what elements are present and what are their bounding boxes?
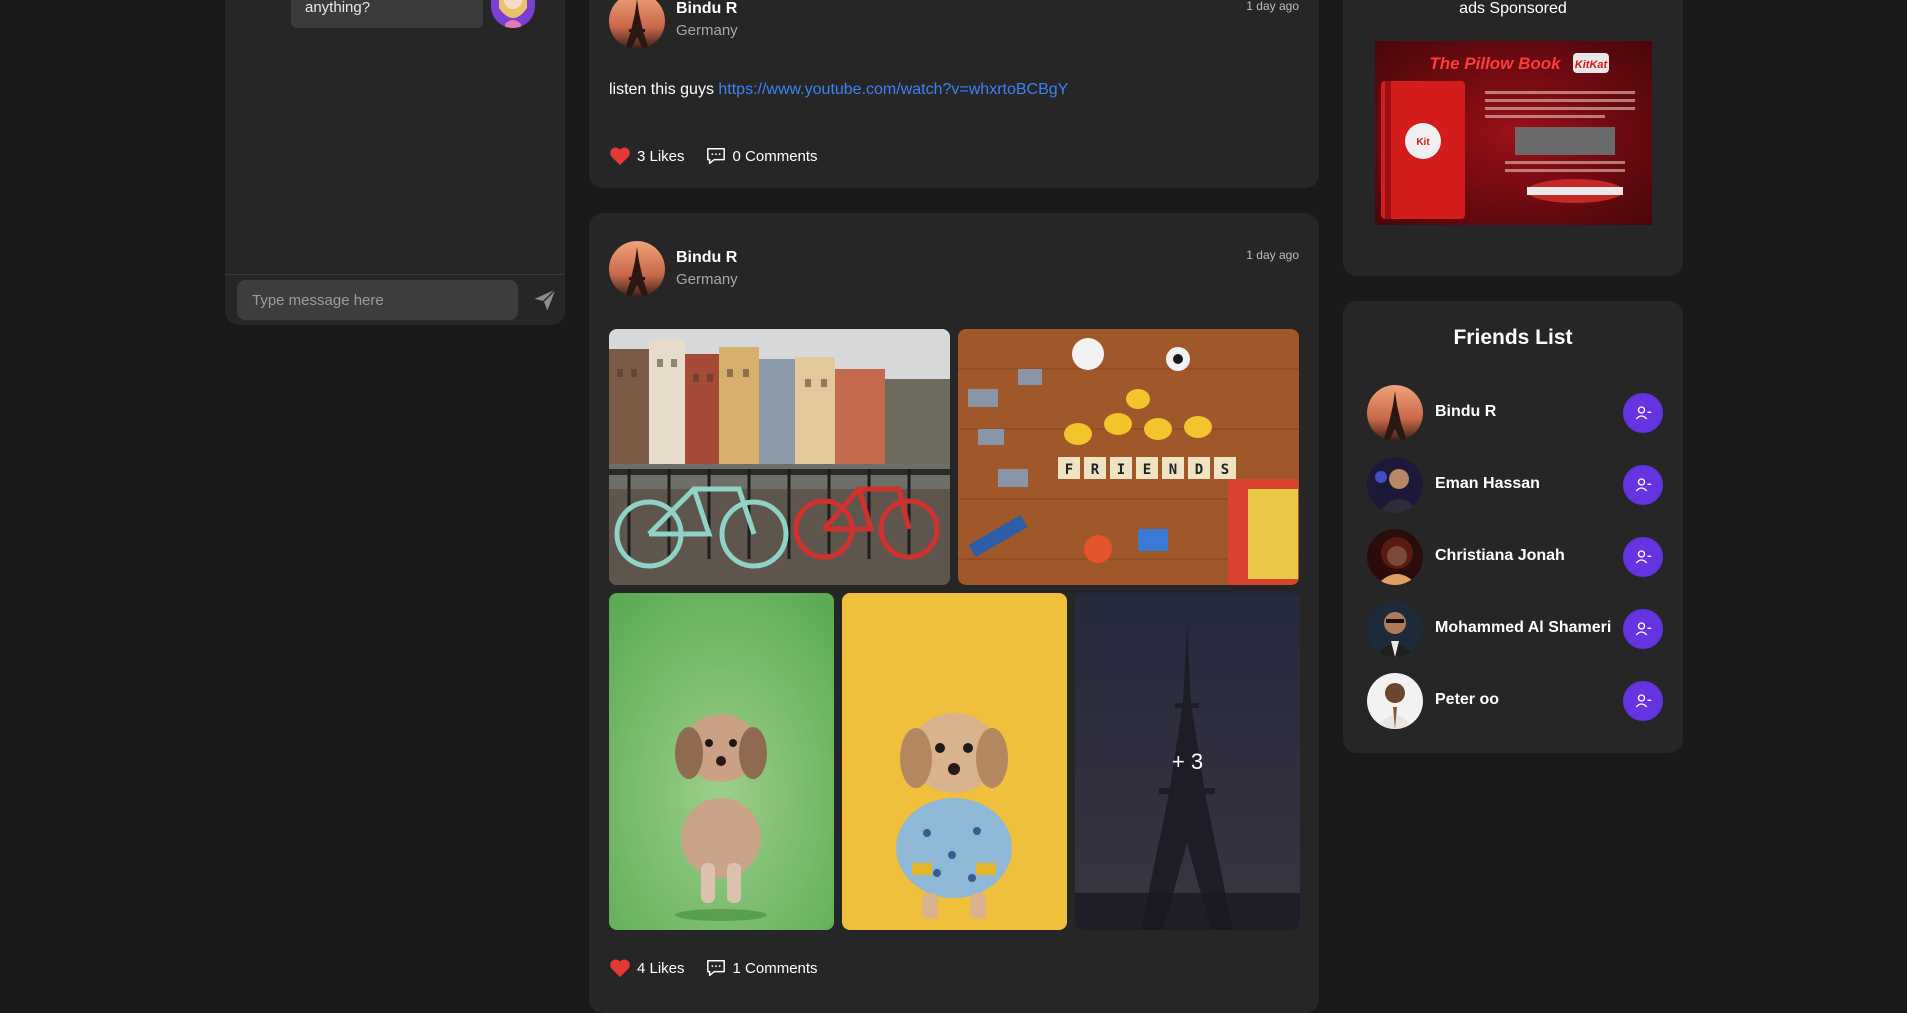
- likes-count: 4 Likes: [637, 959, 685, 977]
- friends-list-title: Friends List: [1453, 326, 1573, 349]
- ads-title: ads Sponsored: [1459, 0, 1567, 17]
- add-user-icon: [1635, 406, 1652, 420]
- add-friend-button[interactable]: [1623, 393, 1663, 433]
- post-card: Bindu R Germany 1 day ago listen this gu…: [589, 0, 1319, 188]
- post-author-location: Germany: [676, 22, 738, 39]
- chat-panel: anything?: [225, 0, 565, 325]
- post-link[interactable]: https://www.youtube.com/watch?v=whxrtoBC…: [718, 81, 1068, 98]
- svg-text:Kit: Kit: [1416, 137, 1430, 148]
- friend-item[interactable]: Peter oo: [1367, 673, 1663, 731]
- ad-banner[interactable]: The Pillow Book KitKat Kit: [1375, 41, 1652, 225]
- kitkat-ad-image: The Pillow Book KitKat Kit: [1375, 41, 1652, 225]
- like-button[interactable]: 3 Likes: [609, 146, 685, 166]
- friend-name[interactable]: Mohammed Al Shameri: [1435, 619, 1611, 637]
- add-friend-button[interactable]: [1623, 609, 1663, 649]
- friend-avatar: [1367, 457, 1423, 513]
- svg-text:S: S: [1221, 462, 1229, 478]
- post-actions: 3 Likes 0 Comments: [609, 146, 818, 166]
- friend-item[interactable]: Eman Hassan: [1367, 457, 1663, 515]
- ads-panel: ads Sponsored The Pillow Book KitKat Kit: [1343, 0, 1683, 276]
- friend-avatar: [1367, 673, 1423, 729]
- ad-brand-text: KitKat: [1575, 59, 1609, 71]
- post-image-dog-yellow[interactable]: [842, 593, 1067, 930]
- friend-name[interactable]: Peter oo: [1435, 691, 1499, 709]
- friends-list-panel: Friends List Bindu R Eman Hassan Christi…: [1343, 301, 1683, 753]
- add-friend-button[interactable]: [1623, 537, 1663, 577]
- post-author-name[interactable]: Bindu R: [676, 249, 737, 267]
- friend-avatar: [1367, 601, 1423, 657]
- comment-button[interactable]: 1 Comments: [705, 958, 818, 978]
- friend-item[interactable]: Christiana Jonah: [1367, 529, 1663, 587]
- comment-icon: [706, 960, 725, 976]
- ad-title-text: The Pillow Book: [1429, 54, 1562, 73]
- svg-text:D: D: [1195, 462, 1203, 478]
- more-images-overlay[interactable]: + 3: [1075, 593, 1300, 930]
- add-user-icon: [1635, 478, 1652, 492]
- friend-name[interactable]: Bindu R: [1435, 403, 1496, 421]
- comments-count: 0 Comments: [732, 147, 818, 165]
- post-image-more[interactable]: + 3: [1075, 593, 1300, 930]
- chat-divider: [225, 274, 565, 275]
- friend-item[interactable]: Mohammed Al Shameri: [1367, 601, 1663, 659]
- svg-text:E: E: [1143, 462, 1151, 478]
- send-icon: [534, 289, 556, 311]
- like-button[interactable]: 4 Likes: [609, 958, 685, 978]
- post-image-dog-green[interactable]: [609, 593, 834, 930]
- friend-item[interactable]: Bindu R: [1367, 385, 1663, 443]
- friend-name[interactable]: Eman Hassan: [1435, 475, 1540, 493]
- chat-user-avatar: [491, 0, 535, 28]
- svg-text:R: R: [1091, 462, 1100, 478]
- more-images-count: + 3: [1171, 748, 1204, 774]
- person-avatar-icon: [1367, 601, 1423, 657]
- comment-icon: [706, 148, 725, 164]
- post-card: Bindu R Germany 1 day ago F R I E N D S …: [589, 213, 1319, 1013]
- post-image-canal-bikes[interactable]: [609, 329, 950, 585]
- post-actions: 4 Likes 1 Comments: [609, 958, 818, 978]
- avatar-girl-icon: [491, 0, 535, 28]
- friends-toys-photo: F R I E N D S: [958, 329, 1299, 585]
- svg-text:I: I: [1117, 462, 1125, 478]
- comment-button[interactable]: 0 Comments: [705, 146, 818, 166]
- comments-count: 1 Comments: [732, 959, 818, 977]
- add-user-icon: [1635, 622, 1652, 636]
- person-avatar-icon: [1367, 529, 1423, 585]
- person-avatar-icon: [1367, 673, 1423, 729]
- svg-text:N: N: [1169, 462, 1177, 478]
- chat-message-input[interactable]: [237, 280, 518, 320]
- svg-text:F: F: [1065, 462, 1073, 478]
- chat-message-bubble: anything?: [291, 0, 483, 28]
- dog-green-photo: [609, 593, 834, 930]
- post-author-name[interactable]: Bindu R: [676, 0, 737, 18]
- add-user-icon: [1635, 550, 1652, 564]
- post-text-content: listen this guys: [609, 81, 719, 98]
- add-friend-button[interactable]: [1623, 681, 1663, 721]
- eiffel-tower-avatar-icon: [609, 0, 665, 49]
- post-image-friends-toys[interactable]: F R I E N D S: [958, 329, 1299, 585]
- post-timestamp: 1 day ago: [1246, 0, 1299, 13]
- eiffel-tower-avatar-icon: [609, 241, 665, 297]
- person-avatar-icon: [1367, 457, 1423, 513]
- likes-count: 3 Likes: [637, 147, 685, 165]
- send-button[interactable]: [531, 286, 559, 314]
- author-avatar[interactable]: [609, 241, 665, 297]
- friend-avatar: [1367, 529, 1423, 585]
- friend-name[interactable]: Christiana Jonah: [1435, 547, 1565, 565]
- add-friend-button[interactable]: [1623, 465, 1663, 505]
- eiffel-tower-avatar-icon: [1367, 385, 1423, 441]
- add-user-icon: [1635, 694, 1652, 708]
- post-text: listen this guys https://www.youtube.com…: [609, 81, 1068, 99]
- friend-avatar: [1367, 385, 1423, 441]
- post-author-location: Germany: [676, 271, 738, 288]
- canal-bikes-photo: [609, 329, 950, 585]
- dog-yellow-photo: [842, 593, 1067, 930]
- heart-icon: [610, 147, 630, 166]
- heart-icon: [610, 959, 630, 978]
- author-avatar[interactable]: [609, 0, 665, 49]
- post-timestamp: 1 day ago: [1246, 248, 1299, 262]
